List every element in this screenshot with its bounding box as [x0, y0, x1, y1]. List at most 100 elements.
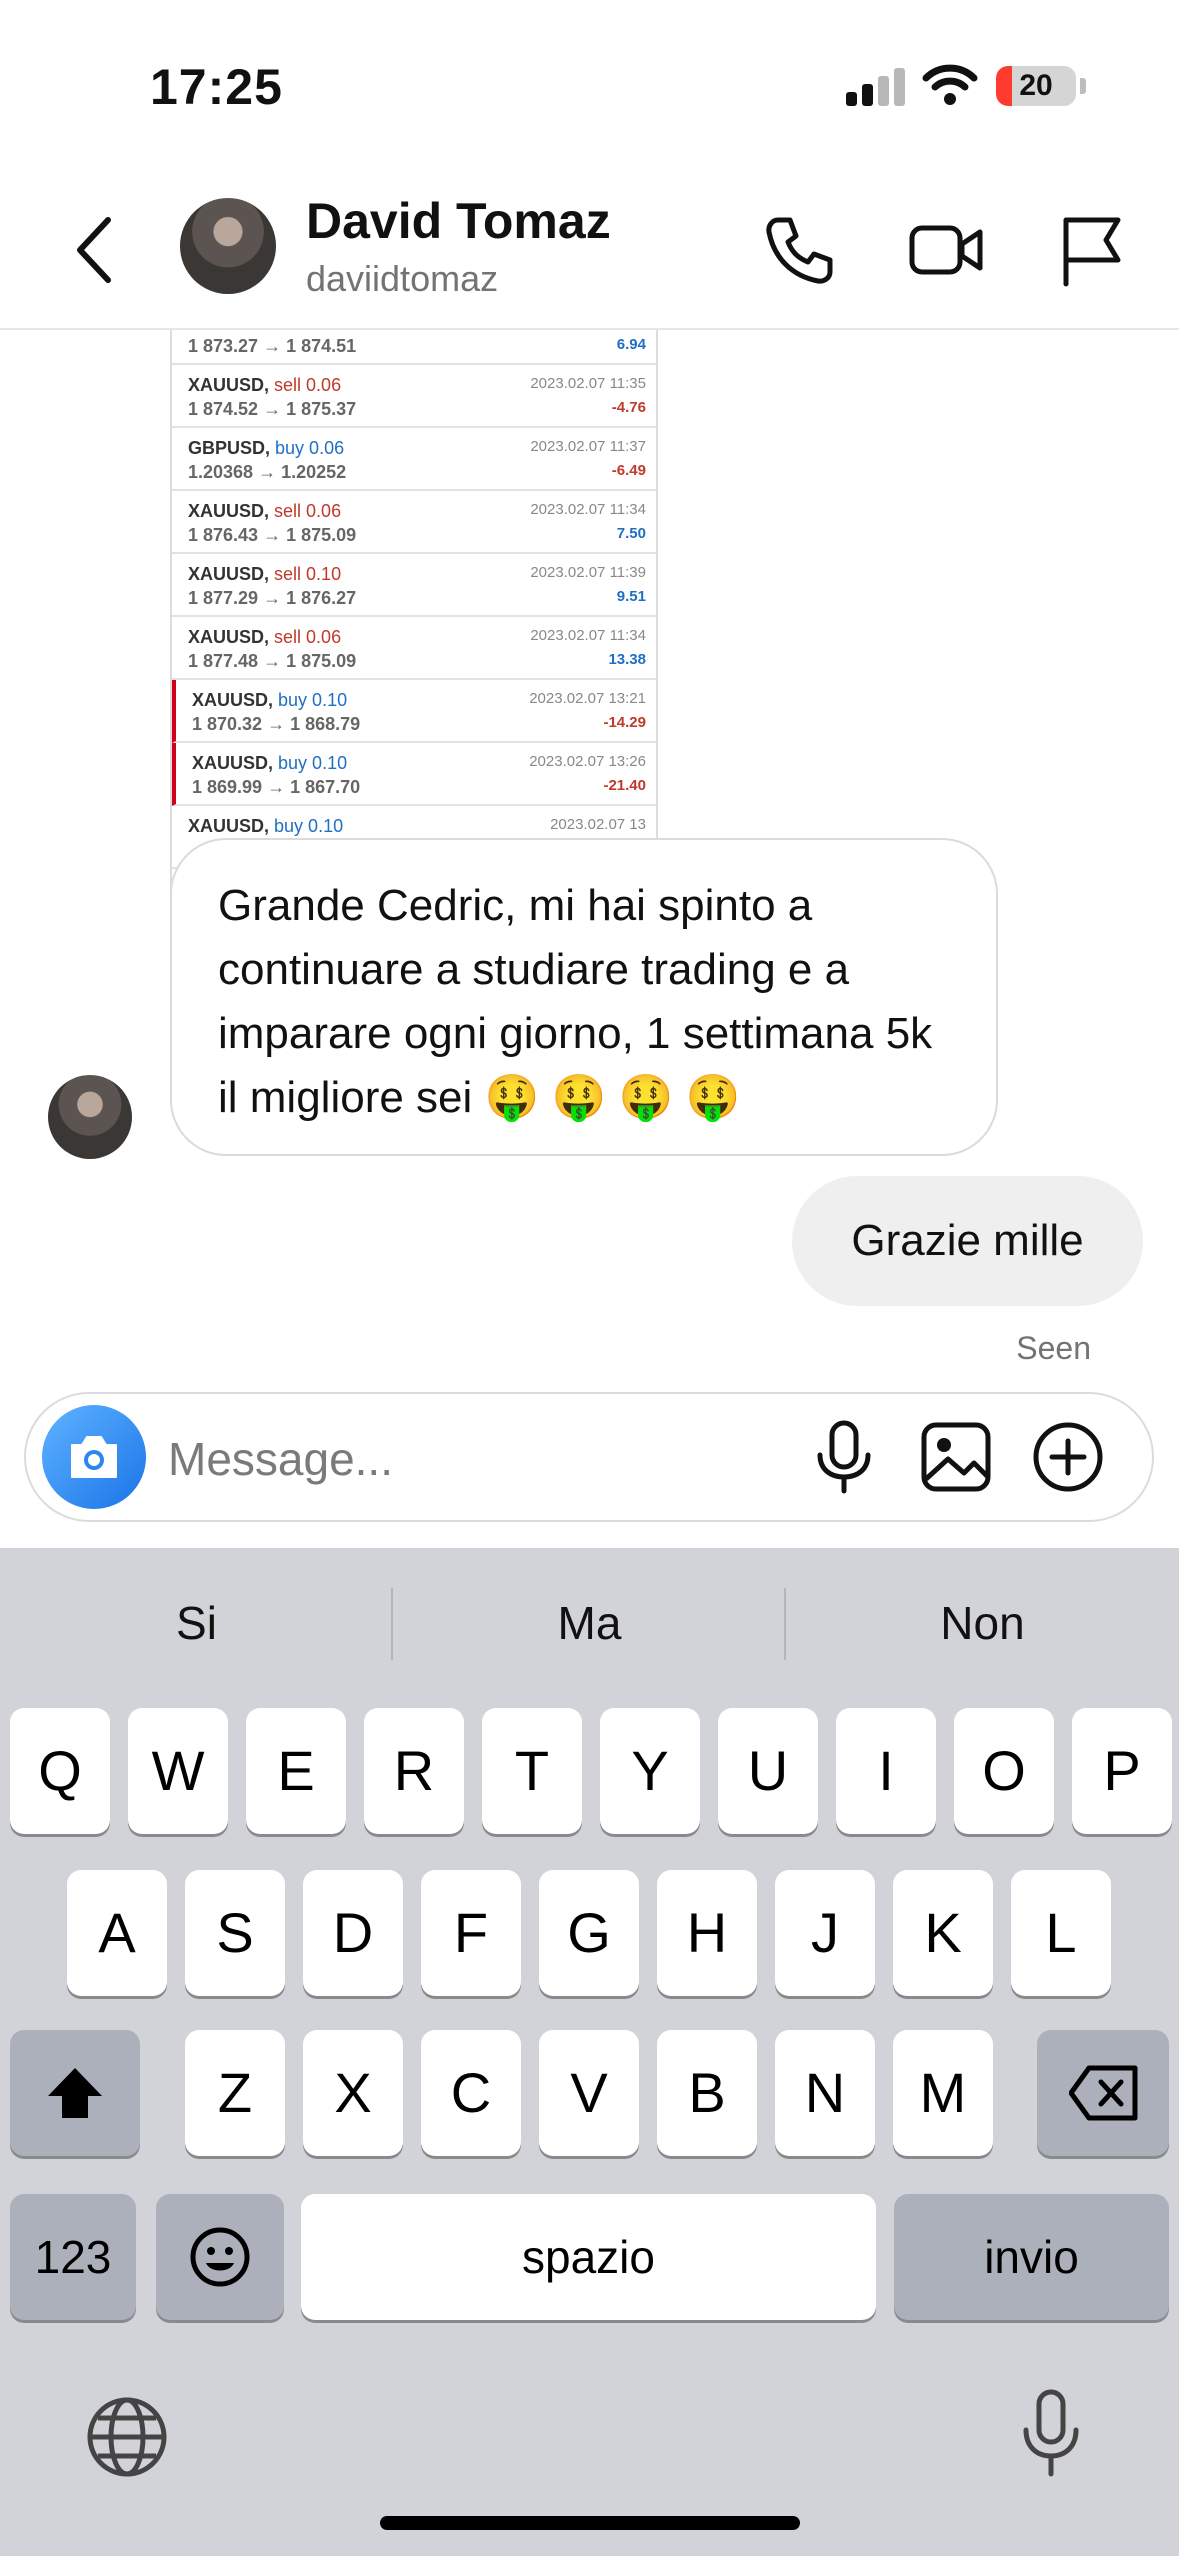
trade-row: XAUUSD, buy 0.10 1 870.32 → 1 868.79 2023.… — [172, 680, 656, 743]
key-y[interactable]: Y — [600, 1708, 700, 1834]
key-l[interactable]: L — [1011, 1870, 1111, 1996]
dictation-mic-icon[interactable] — [1008, 2386, 1094, 2480]
microphone-icon[interactable] — [804, 1417, 884, 1497]
numbers-key[interactable]: 123 — [10, 2194, 136, 2320]
outgoing-message[interactable]: Grazie mille — [792, 1176, 1143, 1306]
key-e[interactable]: E — [246, 1708, 346, 1834]
trade-symbol-name: XAUUSD, — [188, 816, 270, 836]
trade-symbol: XAUUSD, sell 0.06 — [188, 501, 341, 522]
back-icon[interactable] — [60, 210, 130, 290]
chat-thread[interactable]: 1 873.27 → 1 874.51 6.94 XAUUSD, sell 0.06… — [0, 330, 1179, 1390]
key-d[interactable]: D — [303, 1870, 403, 1996]
seen-status: Seen — [1016, 1330, 1091, 1366]
trade-side: sell 0.06 — [274, 501, 342, 521]
contact-username[interactable]: daviidtomaz — [306, 258, 498, 300]
trade-symbol-name: XAUUSD, — [188, 627, 270, 647]
delete-key[interactable] — [1037, 2030, 1169, 2156]
battery-percent: 20 — [1019, 69, 1053, 102]
avatar[interactable] — [180, 198, 276, 294]
gallery-icon[interactable] — [916, 1417, 996, 1497]
message-input[interactable] — [168, 1424, 788, 1494]
key-z[interactable]: Z — [185, 2030, 285, 2156]
key-b[interactable]: B — [657, 2030, 757, 2156]
trade-symbol-name: GBPUSD, — [188, 438, 271, 458]
trade-date: 2023.02.07 11:34 — [530, 627, 646, 644]
trade-profit: 6.94 — [616, 336, 646, 353]
trade-symbol-name: XAUUSD, — [188, 375, 270, 395]
key-a[interactable]: A — [67, 1870, 167, 1996]
trade-symbol: XAUUSD, buy 0.10 — [192, 753, 347, 774]
trade-row: GBPUSD, buy 0.06 1.20368 → 1.20252 2023.02… — [172, 428, 656, 491]
suggestion-1[interactable]: Si — [0, 1548, 393, 1698]
trade-side: buy 0.06 — [275, 438, 345, 458]
trade-price: 1 877.48 → 1 875.09 — [188, 651, 357, 671]
trade-symbol: XAUUSD, sell 0.10 — [188, 564, 341, 585]
trade-symbol-name: XAUUSD, — [192, 690, 274, 710]
key-q[interactable]: Q — [10, 1708, 110, 1834]
key-g[interactable]: G — [539, 1870, 639, 1996]
video-call-icon[interactable] — [906, 210, 986, 290]
sender-avatar[interactable] — [48, 1075, 132, 1159]
incoming-message[interactable]: Grande Cedric, mi hai spinto a continuar… — [170, 838, 998, 1156]
key-u[interactable]: U — [718, 1708, 818, 1834]
trade-symbol: GBPUSD, buy 0.06 — [188, 438, 344, 459]
suggestion-2[interactable]: Ma — [393, 1548, 786, 1698]
trade-price: 1 874.52 → 1 875.37 — [188, 399, 357, 419]
space-key[interactable]: spazio — [301, 2194, 876, 2320]
trade-profit: -21.40 — [603, 777, 646, 794]
key-f[interactable]: F — [421, 1870, 521, 1996]
trade-symbol: XAUUSD, buy 0.10 — [192, 690, 347, 711]
phone-icon[interactable] — [758, 210, 838, 290]
trade-date: 2023.02.07 11:37 — [530, 438, 646, 455]
key-w[interactable]: W — [128, 1708, 228, 1834]
suggestion-3[interactable]: Non — [786, 1548, 1179, 1698]
flag-icon[interactable] — [1052, 210, 1132, 290]
key-s[interactable]: S — [185, 1870, 285, 1996]
trade-profit: -4.76 — [611, 399, 646, 416]
key-j[interactable]: J — [775, 1870, 875, 1996]
globe-icon[interactable] — [84, 2394, 170, 2480]
key-r[interactable]: R — [364, 1708, 464, 1834]
trade-row: XAUUSD, sell 0.06 1 876.43 → 1 875.09 2023… — [172, 491, 656, 554]
add-icon[interactable] — [1028, 1417, 1108, 1497]
trade-price: 1 870.32 → 1 868.79 — [192, 714, 361, 734]
key-v[interactable]: V — [539, 2030, 639, 2156]
trade-side: sell 0.10 — [274, 564, 342, 584]
return-key[interactable]: invio — [894, 2194, 1169, 2320]
shift-key[interactable] — [10, 2030, 140, 2156]
trade-price: 1 869.99 → 1 867.70 — [192, 777, 361, 797]
status-time: 17:25 — [150, 59, 283, 115]
trade-side: buy 0.10 — [278, 753, 348, 773]
emoji-key[interactable] — [156, 2194, 284, 2320]
key-k[interactable]: K — [893, 1870, 993, 1996]
key-p[interactable]: P — [1072, 1708, 1172, 1834]
trade-row: XAUUSD, buy 0.10 1 869.99 → 1 867.70 2023.… — [172, 743, 656, 806]
chat-header: David Tomaz daviidtomaz — [0, 170, 1179, 330]
key-x[interactable]: X — [303, 2030, 403, 2156]
contact-name[interactable]: David Tomaz — [306, 192, 611, 250]
trade-symbol: XAUUSD, sell 0.06 — [188, 375, 341, 396]
trade-symbol: XAUUSD, sell 0.06 — [188, 627, 341, 648]
key-h[interactable]: H — [657, 1870, 757, 1996]
key-t[interactable]: T — [482, 1708, 582, 1834]
trade-price: 1 877.29 → 1 876.27 — [188, 588, 357, 608]
shift-icon — [48, 2068, 102, 2118]
trade-symbol-name: XAUUSD, — [188, 501, 270, 521]
key-m[interactable]: M — [893, 2030, 993, 2156]
trade-row: XAUUSD, sell 0.06 1 874.52 → 1 875.37 2023… — [172, 365, 656, 428]
trade-row: XAUUSD, sell 0.06 1 877.48 → 1 875.09 2023… — [172, 617, 656, 680]
keyboard: Si Ma Non 123 spazio invio QWE R T Y U I… — [0, 1548, 1179, 2556]
camera-icon — [71, 1436, 117, 1478]
trade-side: buy 0.10 — [278, 690, 348, 710]
cellular-signal-icon — [846, 66, 906, 106]
camera-button[interactable] — [42, 1405, 146, 1509]
key-n[interactable]: N — [775, 2030, 875, 2156]
status-bar: 17:25 20 — [0, 0, 1179, 170]
home-indicator[interactable] — [380, 2516, 800, 2530]
key-i[interactable]: I — [836, 1708, 936, 1834]
key-o[interactable]: O — [954, 1708, 1054, 1834]
trade-side: sell 0.06 — [274, 375, 342, 395]
key-c[interactable]: C — [421, 2030, 521, 2156]
emoji-icon — [190, 2227, 250, 2287]
message-composer — [24, 1392, 1154, 1522]
